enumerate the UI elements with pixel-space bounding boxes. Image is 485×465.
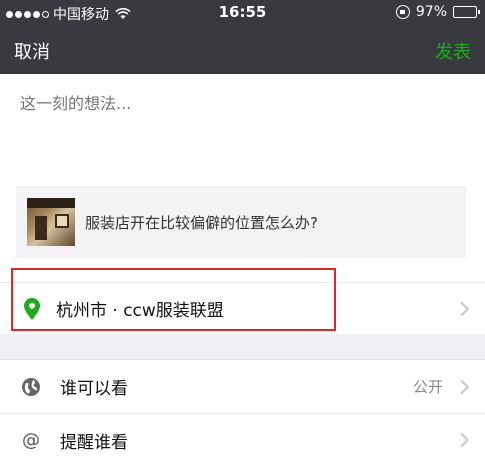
- status-bar: 中国移动 16:55 97%: [0, 0, 485, 26]
- visibility-row[interactable]: 谁可以看 公开: [0, 360, 485, 413]
- nav-bar: 取消 发表: [0, 26, 485, 74]
- thought-input[interactable]: [20, 94, 460, 113]
- shared-link-thumbnail: [27, 198, 75, 246]
- chevron-right-icon: [454, 432, 470, 448]
- location-pin-icon: [24, 297, 40, 320]
- globe-icon: [20, 376, 42, 398]
- chevron-right-icon: [454, 301, 470, 316]
- location-label: 杭州市 · ccw服装联盟: [56, 301, 224, 321]
- status-right: 97%: [395, 4, 480, 20]
- location-row[interactable]: 杭州市 · ccw服装联盟: [0, 282, 485, 334]
- visibility-label: 谁可以看: [60, 379, 128, 399]
- settings-list: 谁可以看 公开 @ 提醒谁看: [0, 359, 485, 465]
- publish-button[interactable]: 发表: [435, 38, 471, 64]
- battery-icon: [453, 6, 480, 18]
- shared-link-title: 服装店开在比较偏僻的位置怎么办?: [85, 213, 318, 232]
- mention-label: 提醒谁看: [60, 432, 128, 453]
- mention-row[interactable]: @ 提醒谁看: [0, 413, 485, 465]
- cancel-button[interactable]: 取消: [14, 38, 50, 64]
- at-icon: @: [22, 429, 40, 451]
- shared-link-card[interactable]: 服装店开在比较偏僻的位置怎么办?: [16, 186, 466, 258]
- orientation-lock-icon: [395, 5, 410, 19]
- visibility-value: 公开: [412, 378, 443, 396]
- chevron-right-icon: [454, 379, 470, 394]
- battery-percent: 97%: [415, 4, 447, 20]
